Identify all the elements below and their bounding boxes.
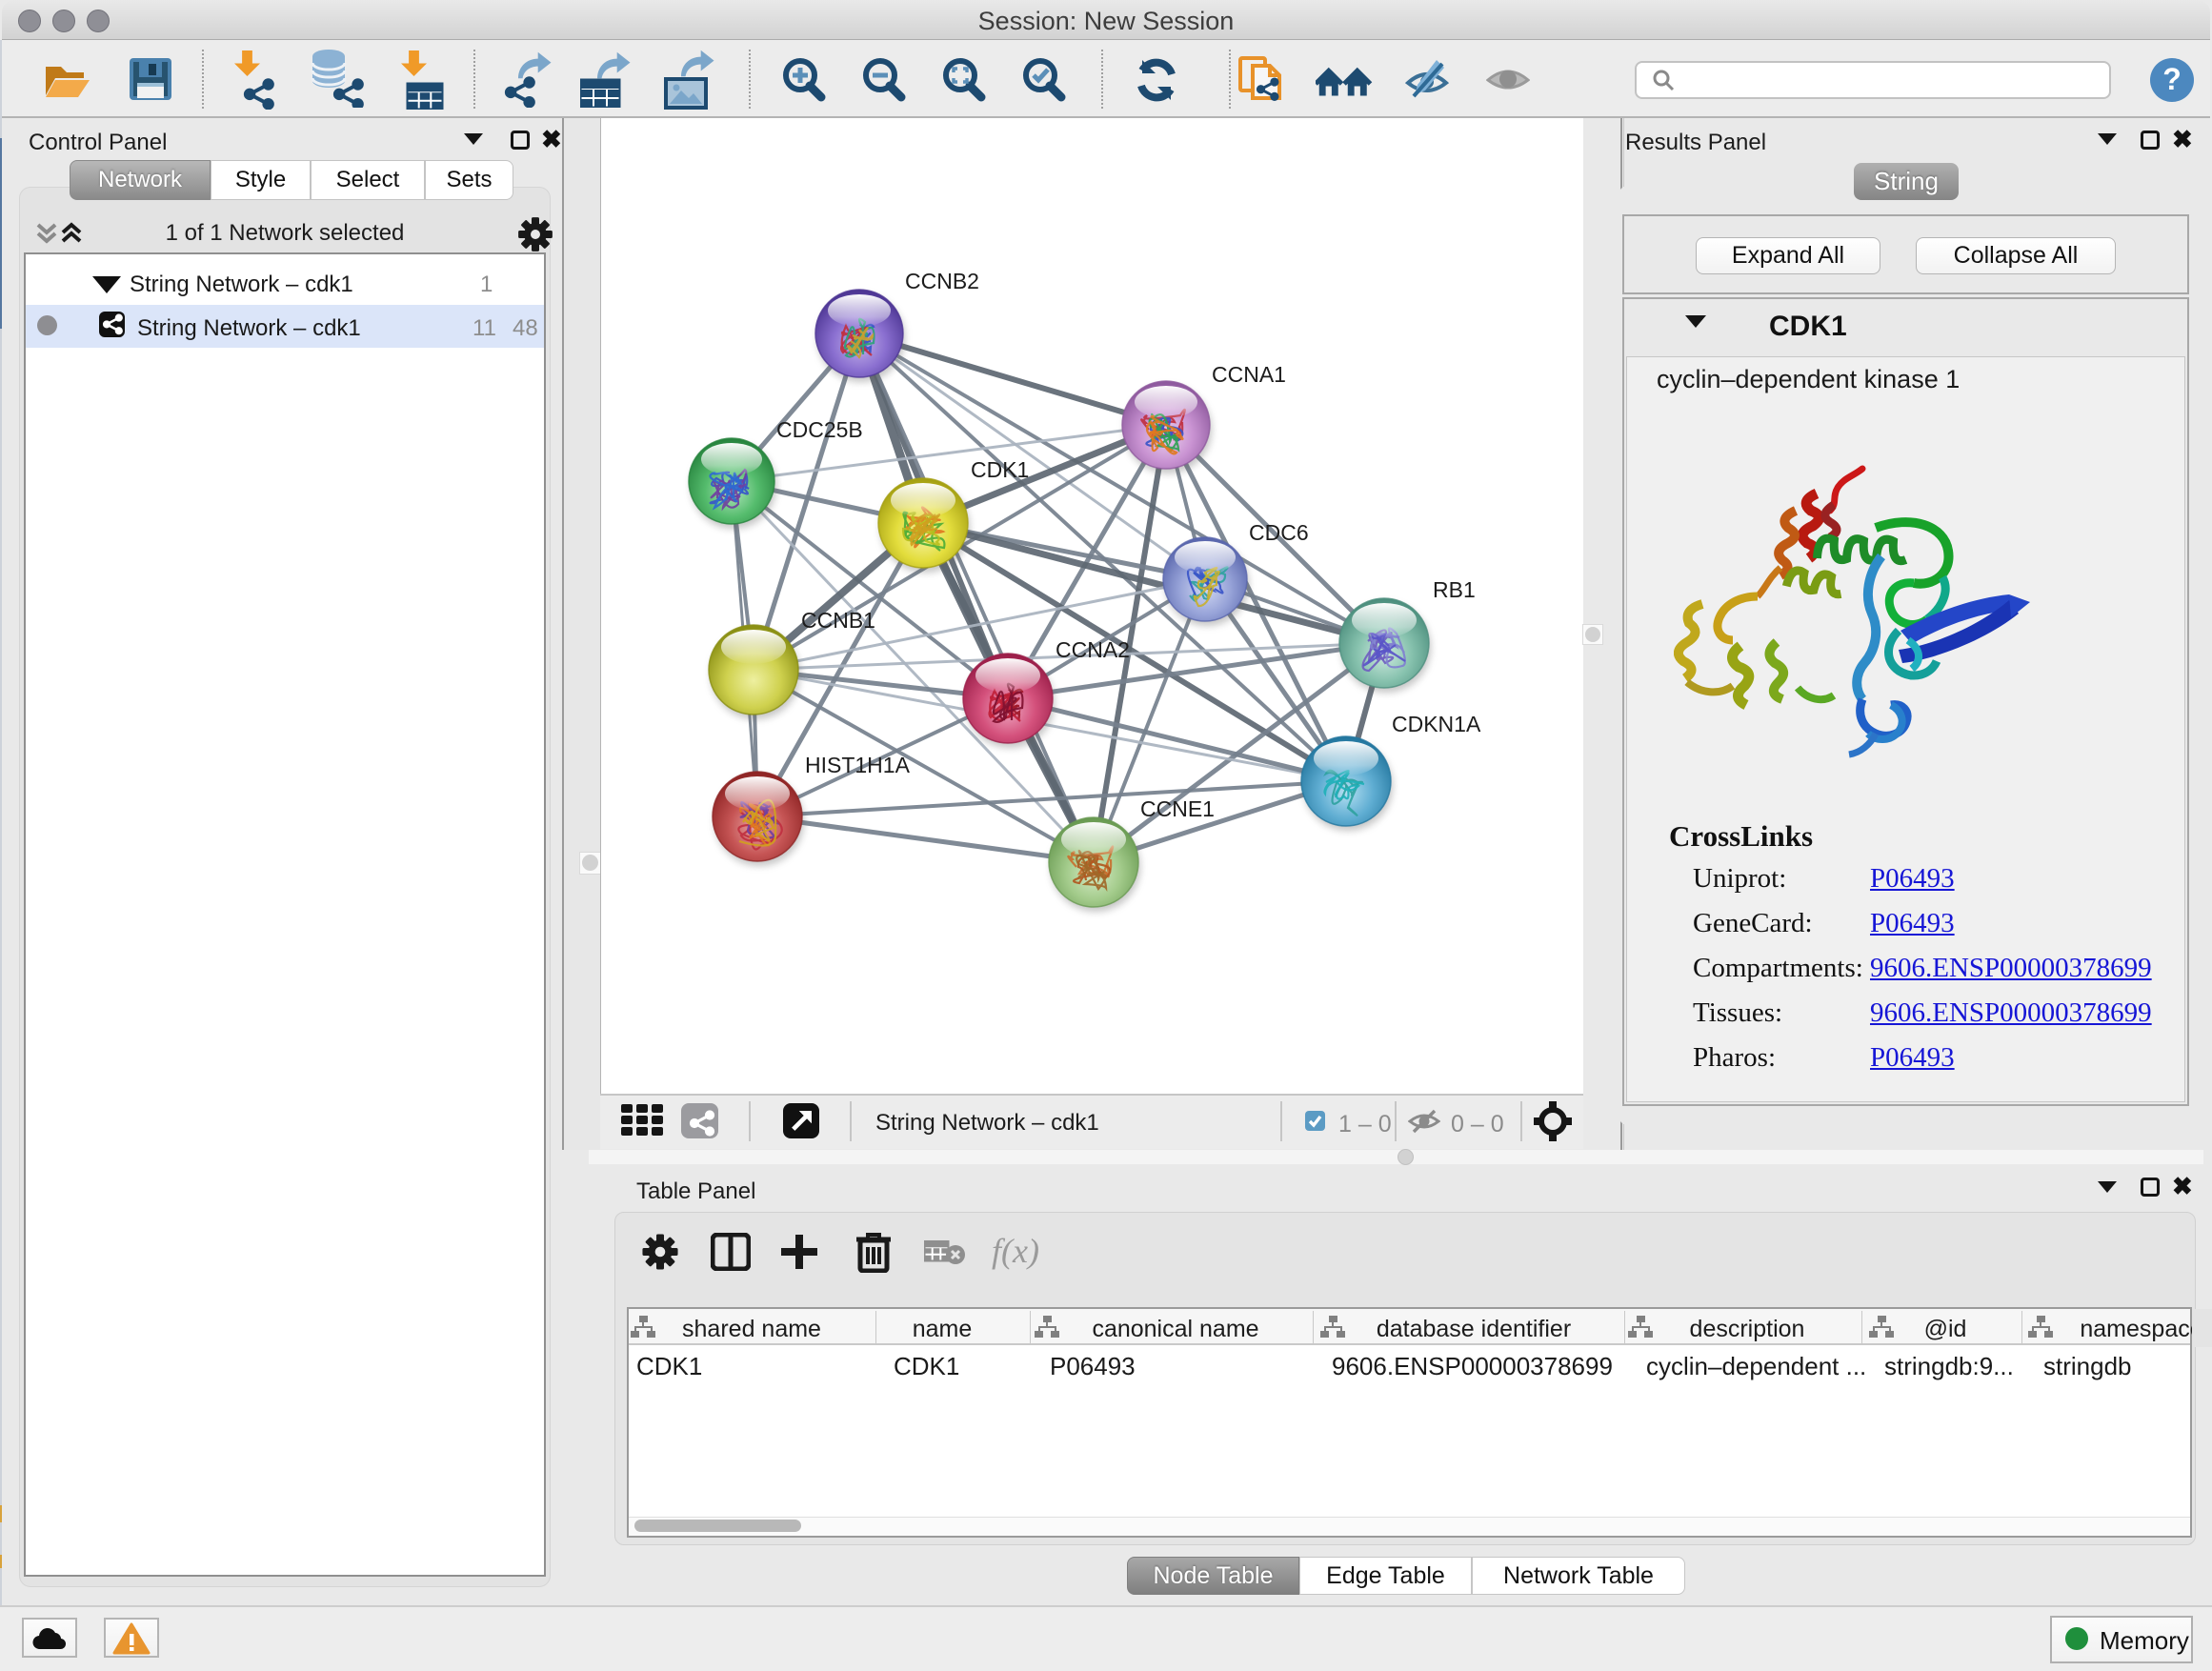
svg-text:CDK1: CDK1 bbox=[971, 457, 1029, 482]
svg-text:CCNB2: CCNB2 bbox=[905, 269, 979, 293]
svg-text:HIST1H1A: HIST1H1A bbox=[805, 753, 911, 777]
svg-text:CDC6: CDC6 bbox=[1249, 520, 1309, 545]
svg-text:RB1: RB1 bbox=[1433, 577, 1476, 602]
svg-text:CCNA2: CCNA2 bbox=[1056, 637, 1130, 662]
svg-text:CDKN1A: CDKN1A bbox=[1392, 712, 1481, 736]
svg-text:?: ? bbox=[2162, 62, 2182, 96]
svg-text:CCNA1: CCNA1 bbox=[1212, 362, 1286, 387]
svg-text:CCNB1: CCNB1 bbox=[801, 608, 875, 633]
svg-text:CDC25B: CDC25B bbox=[776, 417, 863, 442]
svg-text:CCNE1: CCNE1 bbox=[1140, 796, 1215, 821]
